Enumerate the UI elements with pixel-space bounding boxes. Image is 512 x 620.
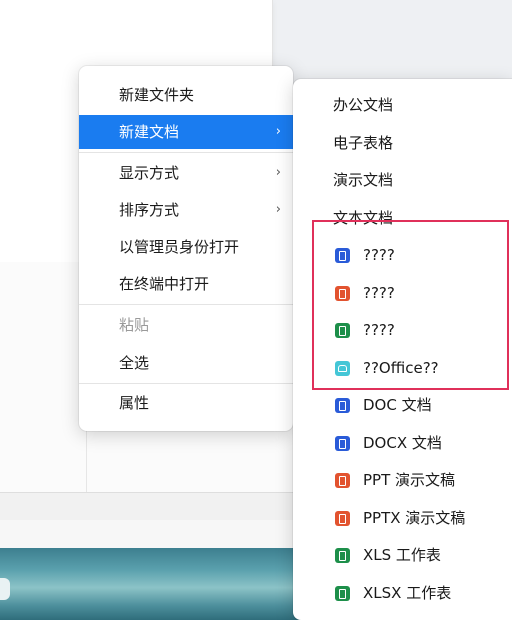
menu-item-label: 粘贴 <box>119 316 150 334</box>
menu-item-label: 属性 <box>119 394 150 412</box>
menu-item-label: 在终端中打开 <box>119 275 210 293</box>
context-menu: 新建文件夹 新建文档 › 显示方式 › 排序方式 › 以管理员身份打开 在终端中… <box>79 66 293 431</box>
menu-item-label: 新建文件夹 <box>119 86 195 104</box>
wps-cloud-office-icon <box>335 361 350 376</box>
wps-writer-icon <box>335 248 350 263</box>
menu-item-sort-by[interactable]: 排序方式 › <box>79 193 293 227</box>
wps-presentation-icon <box>335 511 350 526</box>
chevron-right-icon: › <box>275 202 281 217</box>
menu-item-display-mode[interactable]: 显示方式 › <box>79 156 293 190</box>
submenu-item-wps-spreadsheet-new[interactable]: ???? <box>293 312 512 349</box>
wps-spreadsheet-icon <box>335 586 350 601</box>
submenu-item-label: PPT 演示文稿 <box>363 471 456 489</box>
divider <box>86 430 87 492</box>
submenu-item-pptx[interactable]: PPTX 演示文稿 <box>293 500 512 537</box>
menu-separator <box>79 152 293 153</box>
submenu-item-wps-presentation-new[interactable]: ???? <box>293 275 512 312</box>
wps-spreadsheet-icon <box>335 323 350 338</box>
menu-item-label: 排序方式 <box>119 201 180 219</box>
submenu-item-label: ??Office?? <box>363 359 439 377</box>
submenu-item-presentation[interactable]: 演示文档 <box>293 162 512 199</box>
submenu-item-label: 办公文档 <box>333 96 394 114</box>
chevron-right-icon: › <box>275 165 281 180</box>
menu-separator <box>79 304 293 305</box>
submenu-item-label: DOC 文档 <box>363 396 432 414</box>
wps-writer-icon <box>335 436 350 451</box>
new-document-submenu: 办公文档 电子表格 演示文档 文本文档 ???? ???? ???? ??Off… <box>293 79 512 620</box>
submenu-item-docx[interactable]: DOCX 文档 <box>293 425 512 462</box>
submenu-item-wps-writer-new[interactable]: ???? <box>293 237 512 274</box>
menu-item-label: 新建文档 <box>119 123 180 141</box>
submenu-item-label: ???? <box>363 246 395 264</box>
submenu-item-label: 演示文档 <box>333 171 394 189</box>
menu-item-paste: 粘贴 <box>79 308 293 342</box>
menu-item-select-all[interactable]: 全选 <box>79 346 293 380</box>
submenu-item-label: ???? <box>363 321 395 339</box>
wps-presentation-icon <box>335 286 350 301</box>
menu-item-label: 显示方式 <box>119 164 180 182</box>
submenu-item-ppt[interactable]: PPT 演示文稿 <box>293 462 512 499</box>
submenu-item-label: XLSX 工作表 <box>363 584 452 602</box>
submenu-item-xlsx[interactable]: XLSX 工作表 <box>293 575 512 612</box>
menu-item-label: 全选 <box>119 354 150 372</box>
submenu-item-label: PPTX 演示文稿 <box>363 509 466 527</box>
submenu-item-office-document[interactable]: 办公文档 <box>293 87 512 124</box>
menu-item-properties[interactable]: 属性 <box>79 386 293 420</box>
menu-item-open-in-terminal[interactable]: 在终端中打开 <box>79 267 293 301</box>
submenu-item-label: 电子表格 <box>333 134 394 152</box>
submenu-item-wps-cloud-office[interactable]: ??Office?? <box>293 350 512 387</box>
wps-spreadsheet-icon <box>335 548 350 563</box>
wps-writer-icon <box>335 398 350 413</box>
menu-item-new-document[interactable]: 新建文档 › <box>79 115 293 149</box>
chevron-right-icon: › <box>275 124 281 139</box>
submenu-item-label: 文本文档 <box>333 209 394 227</box>
submenu-item-label: ???? <box>363 284 395 302</box>
submenu-item-label: DOCX 文档 <box>363 434 442 452</box>
submenu-item-text-document[interactable]: 文本文档 <box>293 200 512 237</box>
menu-separator <box>79 383 293 384</box>
submenu-item-xls[interactable]: XLS 工作表 <box>293 537 512 574</box>
submenu-item-doc[interactable]: DOC 文档 <box>293 387 512 424</box>
submenu-item-spreadsheet[interactable]: 电子表格 <box>293 125 512 162</box>
menu-item-new-folder[interactable]: 新建文件夹 <box>79 78 293 112</box>
menu-item-label: 以管理员身份打开 <box>119 238 240 256</box>
menu-item-open-as-admin[interactable]: 以管理员身份打开 <box>79 230 293 264</box>
submenu-item-label: XLS 工作表 <box>363 546 441 564</box>
wps-presentation-icon <box>335 473 350 488</box>
